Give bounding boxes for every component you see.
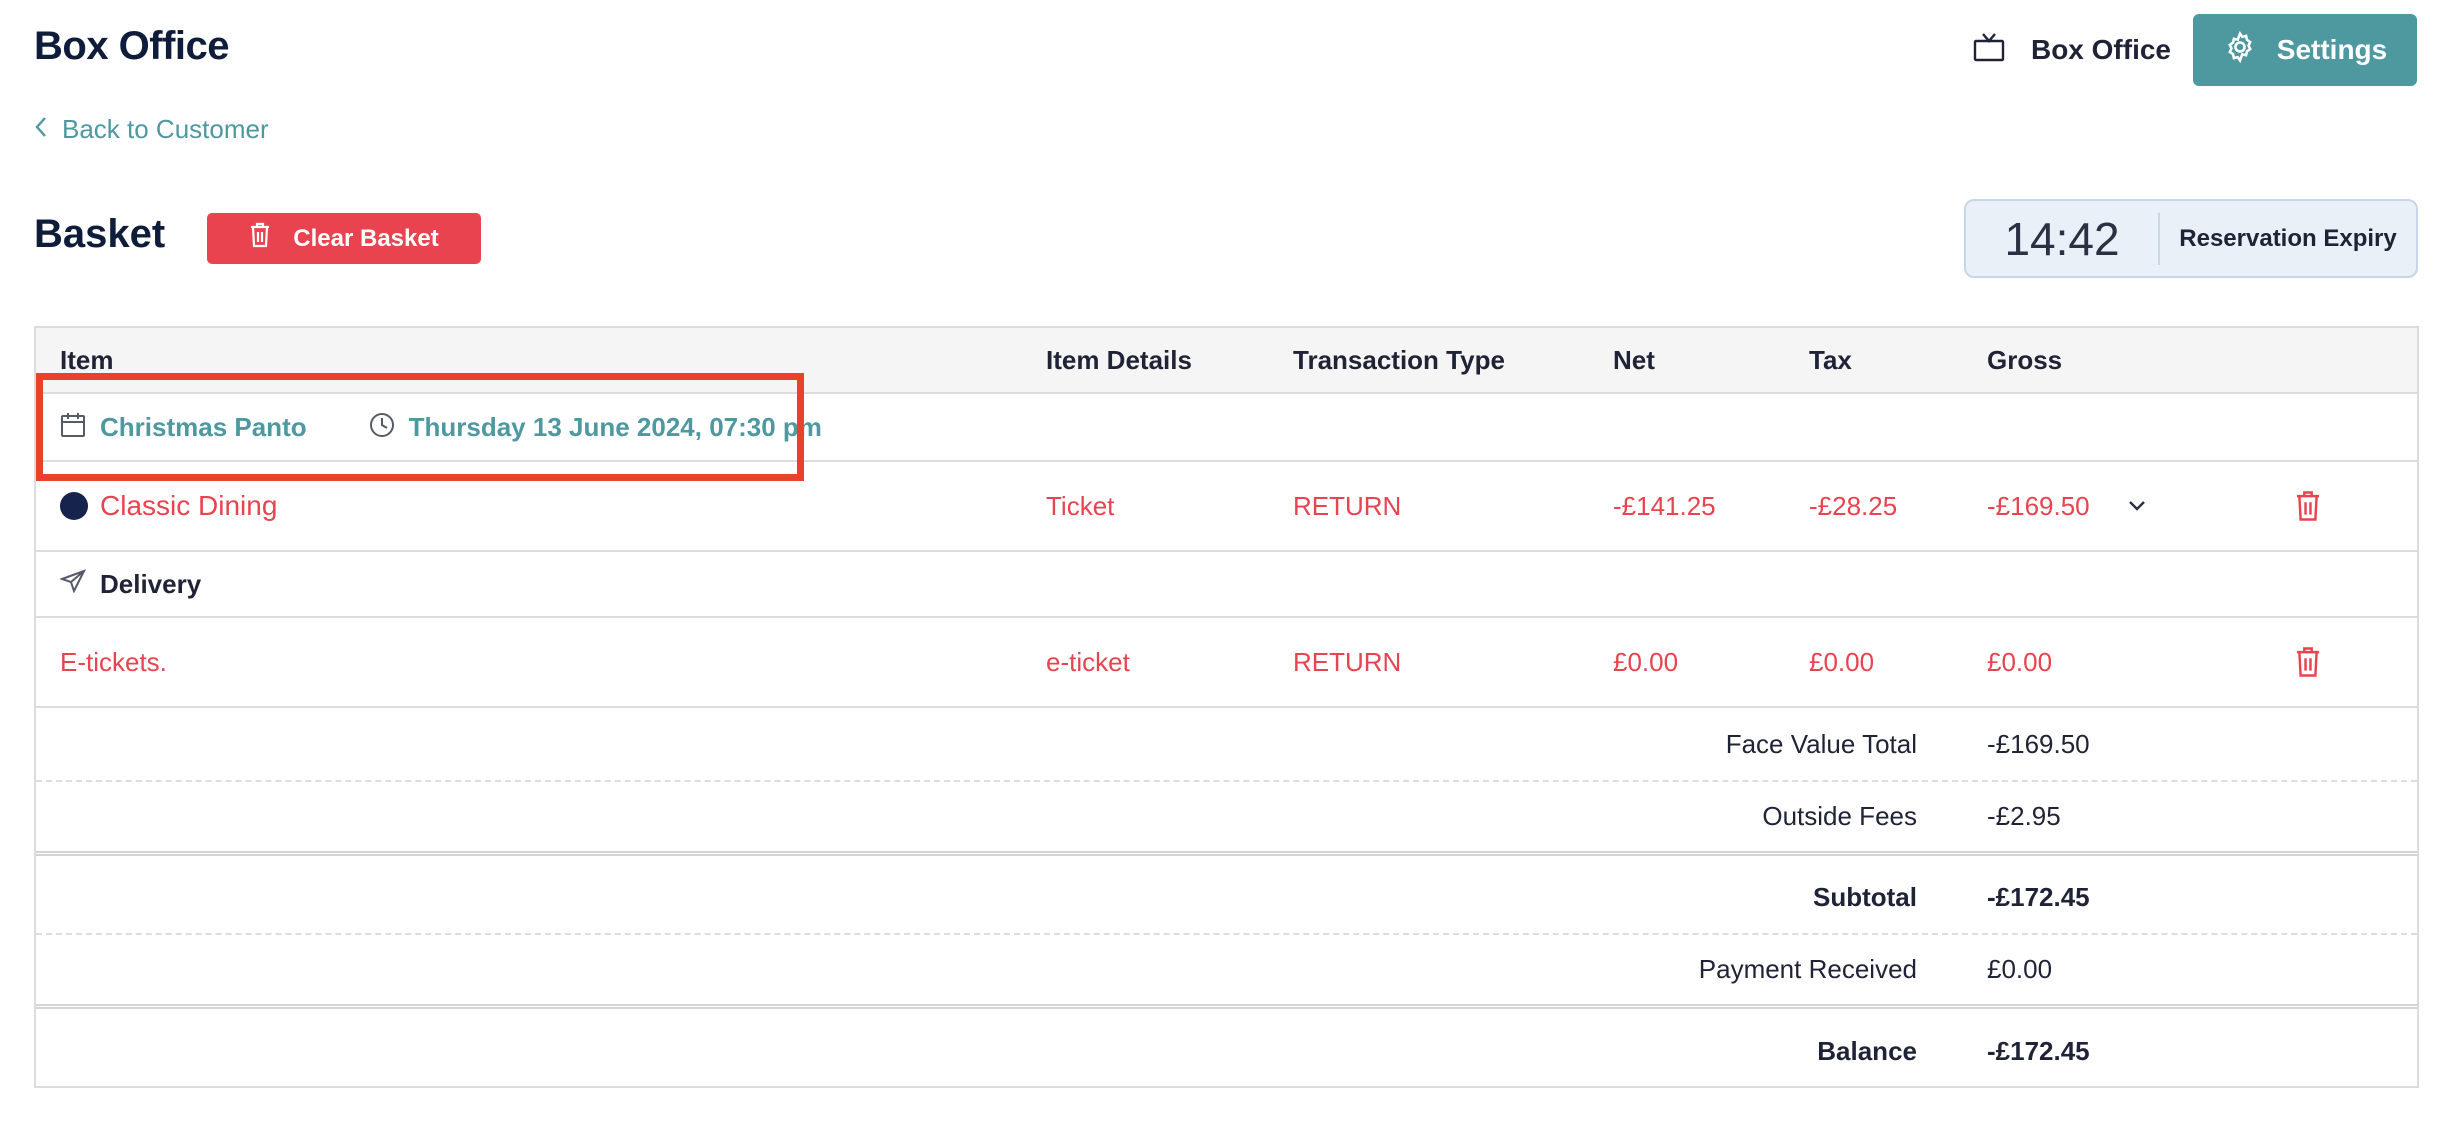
box-office-label: Box Office [2030,34,2171,65]
delivery-label: Delivery [100,568,202,599]
trash-icon [249,222,271,255]
payment-received-amount: £0.00 [1987,954,2053,984]
chevron-left-icon [34,114,48,145]
clock-icon [369,412,395,443]
calendar-icon [60,412,86,443]
subtotal-label: Subtotal [1813,881,1917,912]
delivery-item-tax: £0.00 [1809,646,1875,677]
seat-colour-dot [60,492,88,520]
delivery-item-type: RETURN [1293,646,1402,677]
col-tax: Tax [1809,344,1852,375]
item-type: RETURN [1293,490,1402,521]
box-office-link[interactable]: Box Office [1973,32,2171,69]
reservation-timer: 14:42 Reservation Expiry [1964,199,2418,278]
subtotal-row: Subtotal -£172.45 [36,861,2417,935]
settings-label: Settings [2276,34,2388,65]
top-right-controls: Box Office Settings [1973,14,2417,86]
chevron-down-icon[interactable] [2121,490,2153,522]
payment-received-label: Payment Received [1698,954,1917,984]
gear-icon [2223,30,2257,71]
balance-label: Balance [1817,1035,1917,1066]
col-item: Item [60,344,114,375]
clear-basket-button[interactable]: Clear Basket [207,213,481,264]
event-name-link[interactable]: Christmas Panto [100,412,307,443]
settings-button[interactable]: Settings [2193,14,2417,86]
outside-fees-amount: -£2.95 [1987,801,2061,831]
delivery-heading: Delivery [58,568,202,600]
col-net: Net [1613,344,1655,375]
back-label: Back to Customer [62,114,269,144]
item-tax: -£28.25 [1809,490,1898,521]
balance-amount: -£172.45 [1987,1035,2090,1066]
event-row: Christmas Panto Thursday 13 June 2024, 0… [36,394,2417,462]
trash-icon[interactable] [2288,642,2328,682]
delivery-item-name: E-tickets. [60,646,167,677]
delivery-item-gross: £0.00 [1987,646,2053,677]
item-gross: -£169.50 [1987,490,2090,521]
balance-row: Balance -£172.45 [36,1014,2417,1088]
trash-icon[interactable] [2288,486,2328,526]
payment-received-row: Payment Received £0.00 [36,935,2417,1009]
outside-fees-row: Outside Fees -£2.95 [36,782,2417,856]
table-row: Classic Dining Ticket RETURN -£141.25 -£… [36,462,2417,552]
face-value-row: Face Value Total -£169.50 [36,708,2417,782]
delivery-item-net: £0.00 [1613,646,1679,677]
col-transaction-type: Transaction Type [1293,344,1505,375]
basket-title: Basket [34,212,166,256]
subtotal-amount: -£172.45 [1987,881,2090,912]
col-gross: Gross [1987,344,2063,375]
clear-basket-label: Clear Basket [293,224,439,252]
back-to-customer-link[interactable]: Back to Customer [34,114,269,145]
outside-fees-label: Outside Fees [1762,801,1917,831]
table-header: Item Item Details Transaction Type Net T… [36,328,2417,394]
col-item-details: Item Details [1046,344,1192,375]
item-details: Ticket [1046,490,1115,521]
face-value-label: Face Value Total [1725,728,1917,759]
paper-plane-icon [58,568,87,600]
item-net: -£141.25 [1613,490,1716,521]
page-title: Box Office [34,24,230,68]
table-row: E-tickets. e-ticket RETURN £0.00 £0.00 £… [36,618,2417,708]
basket-table: Item Item Details Transaction Type Net T… [34,326,2419,1088]
face-value-amount: -£169.50 [1987,728,2090,759]
event-info: Christmas Panto Thursday 13 June 2024, 0… [60,412,822,443]
timer-label: Reservation Expiry [2179,224,2397,252]
event-datetime: Thursday 13 June 2024, 07:30 pm [408,411,822,442]
delivery-item-details: e-ticket [1046,646,1130,677]
tv-icon [1973,32,2005,69]
timer-value: 14:42 [1966,212,2160,265]
item-name: Classic Dining [60,490,277,522]
item-name-text: Classic Dining [100,490,278,521]
delivery-row: Delivery [36,552,2417,618]
